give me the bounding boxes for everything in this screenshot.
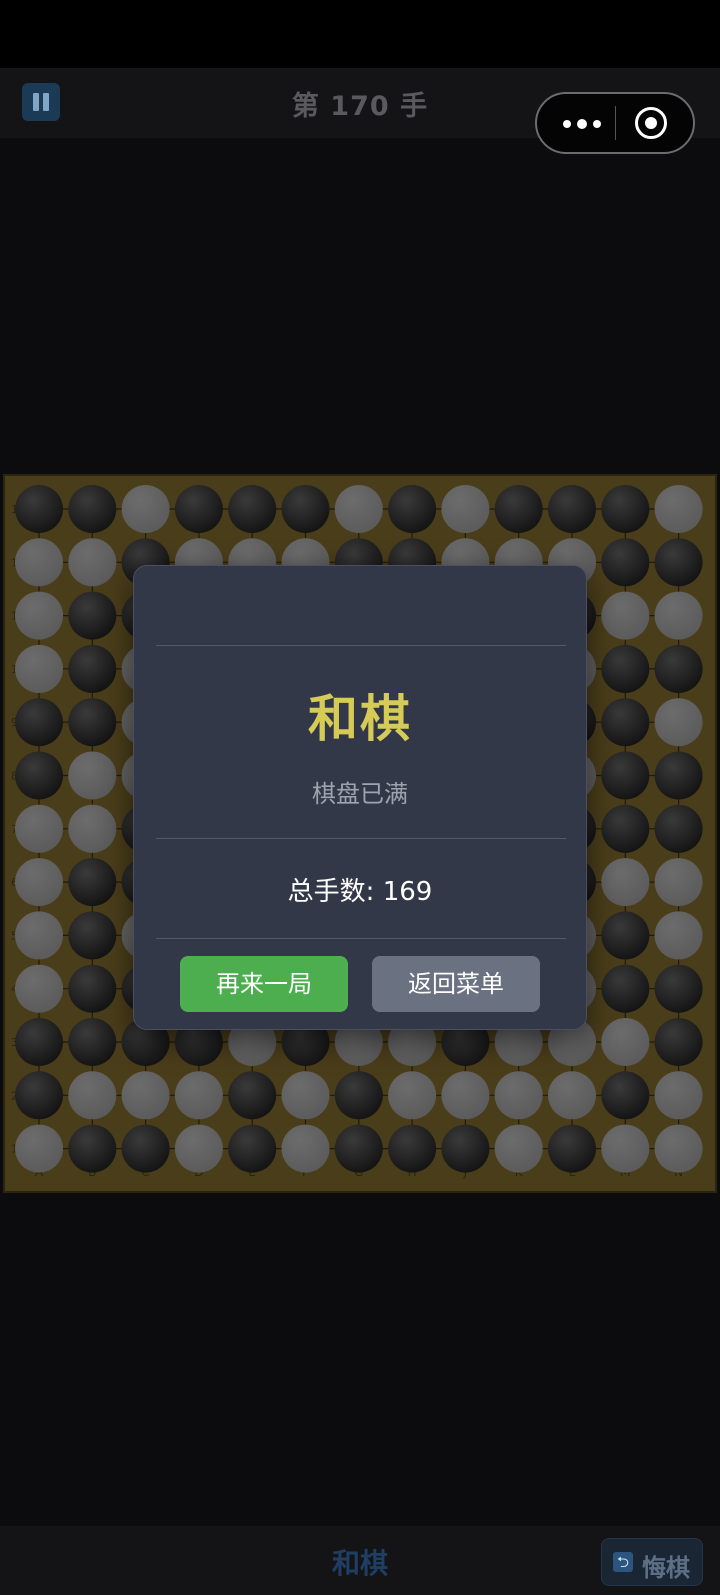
black-stone [654,751,703,800]
undo-label: 悔棋 [642,1554,690,1582]
black-stone [68,644,117,693]
total-moves: 总手数: 169 [287,877,433,907]
black-stone [68,911,117,960]
black-stone [15,1018,63,1066]
white-stone [654,911,703,960]
white-stone [601,1124,650,1173]
black-stone [388,1124,437,1173]
white-stone [441,485,490,533]
white-stone [15,538,63,587]
white-stone [494,1071,543,1120]
result-title: 和棋 [308,690,412,748]
black-stone [601,1071,650,1120]
black-stone [334,1071,383,1120]
white-stone [15,804,63,853]
white-stone [174,1124,223,1173]
black-stone [601,751,650,800]
black-stone [174,485,223,533]
black-stone [494,485,543,533]
black-stone [654,1018,703,1066]
mini-program-capsule [535,92,695,154]
back-to-menu-button[interactable]: 返回菜单 [372,956,540,1012]
white-stone [68,804,117,853]
white-stone [15,591,63,640]
undo-button[interactable]: ⮌ 悔棋 [601,1538,703,1586]
white-stone [601,858,650,907]
black-stone [68,591,117,640]
black-stone [548,485,596,533]
black-stone [68,858,117,907]
black-stone [228,1124,277,1173]
white-stone [388,1071,437,1120]
black-stone [68,698,117,747]
black-stone [654,538,703,587]
game-over-dialog: 和棋 棋盘已满 总手数: 169 再来一局 返回菜单 [133,565,587,1030]
white-stone [174,1071,223,1120]
black-stone [601,538,650,587]
black-stone [601,804,650,853]
capsule-divider [615,106,616,140]
black-stone [68,485,117,533]
white-stone [601,591,650,640]
white-stone [68,751,117,800]
white-stone [548,1071,596,1120]
black-stone [68,964,117,1013]
white-stone [281,1124,330,1173]
status-bar [0,0,720,68]
black-stone [388,485,437,533]
black-stone [121,1124,170,1173]
black-stone [15,751,63,800]
white-stone [654,1124,703,1173]
white-stone [654,1071,703,1120]
white-stone [15,1124,63,1173]
black-stone [654,804,703,853]
white-stone [441,1071,490,1120]
white-stone [121,1071,170,1120]
black-stone [334,1124,383,1173]
target-close-icon[interactable] [633,105,669,141]
white-stone [121,485,170,533]
white-stone [654,858,703,907]
white-stone [654,485,703,533]
white-stone [68,538,117,587]
black-stone [441,1124,490,1173]
result-reason: 棋盘已满 [312,780,408,808]
white-stone [654,591,703,640]
white-stone [68,1071,117,1120]
black-stone [15,698,63,747]
black-stone [601,485,650,533]
undo-arrow-icon: ⮌ [613,1552,633,1572]
dialog-divider-top [156,645,566,646]
black-stone [654,964,703,1013]
white-stone [15,964,63,1013]
black-stone [601,698,650,747]
white-stone [281,1071,330,1120]
dialog-divider-middle [156,838,566,839]
black-stone [228,485,277,533]
black-stone [601,964,650,1013]
black-stone [228,1071,277,1120]
black-stone [654,644,703,693]
white-stone [15,644,63,693]
play-again-button[interactable]: 再来一局 [180,956,348,1012]
black-stone [68,1124,117,1173]
black-stone [601,911,650,960]
black-stone [281,485,330,533]
black-stone [601,644,650,693]
more-dots-icon[interactable] [553,103,609,143]
white-stone [15,911,63,960]
white-stone [601,1018,650,1066]
white-stone [15,858,63,907]
black-stone [15,1071,63,1120]
white-stone [334,485,383,533]
black-stone [68,1018,117,1066]
white-stone [654,698,703,747]
black-stone [548,1124,596,1173]
white-stone [494,1124,543,1173]
black-stone [15,485,63,533]
dialog-divider-bottom [156,938,566,939]
